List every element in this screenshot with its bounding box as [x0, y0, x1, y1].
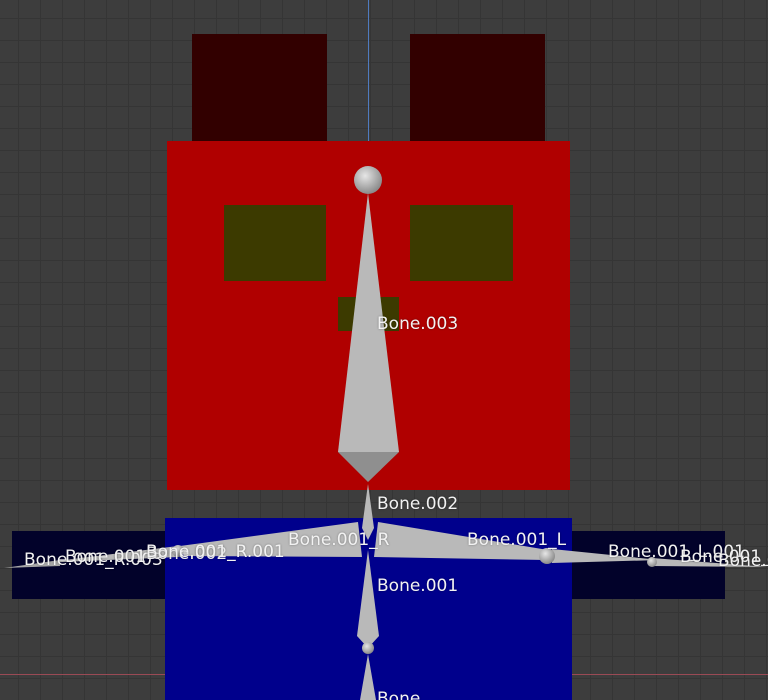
bone-003-label: Bone.003 — [377, 314, 459, 334]
bone-001-tail-joint[interactable] — [362, 642, 374, 654]
bone-001-R-001-label: Bone.001_R.001 — [146, 542, 285, 562]
bone-003-head-joint[interactable] — [354, 166, 382, 194]
bone-L-overlap-b-label: Bone.0 — [718, 551, 768, 571]
bone-bottom-label: Bone — [377, 689, 421, 700]
bone-001-shape[interactable] — [357, 550, 379, 648]
bone-001-R-label: Bone.001_R — [288, 530, 390, 550]
3d-viewport[interactable]: Bone.003 Bone.002 Bone.001_R Bone.001_L … — [0, 0, 768, 700]
bone-bottom-shape[interactable] — [360, 654, 376, 700]
bone-002-label: Bone.002 — [377, 494, 459, 514]
bone-R-overlap-a-label: Bone.001 — [65, 547, 147, 567]
bone-001-label: Bone.001 — [377, 576, 459, 596]
bone-001-L-label: Bone.001_L — [467, 530, 567, 550]
bone-003-tail[interactable] — [338, 452, 399, 482]
bone-L-elbow-joint[interactable] — [539, 548, 555, 564]
